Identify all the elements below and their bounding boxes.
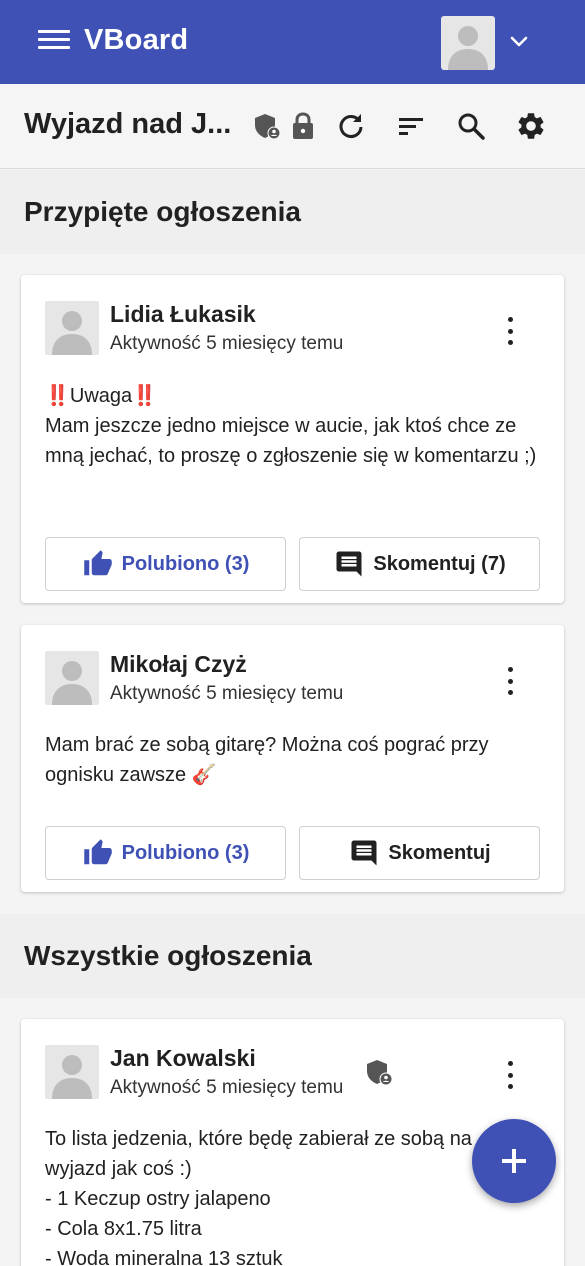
- sort-icon[interactable]: [395, 110, 427, 142]
- like-button[interactable]: Polubiono (3): [45, 826, 286, 880]
- avatar: [45, 1045, 99, 1099]
- post-activity: Aktywność 5 miesięcy temu: [110, 333, 344, 354]
- avatar: [45, 651, 99, 705]
- post-card: Mikołaj Czyż Aktywność 5 miesięcy temu M…: [21, 625, 564, 892]
- add-post-button[interactable]: [472, 1119, 556, 1203]
- app-title: VBoard: [84, 24, 189, 56]
- shield-user-icon: [364, 1057, 394, 1087]
- board-toolbar: Wyjazd nad J...: [0, 84, 585, 169]
- chevron-down-icon[interactable]: [507, 30, 531, 54]
- plus-icon: [502, 1149, 526, 1173]
- comment-label: Skomentuj (7): [373, 552, 506, 575]
- post-activity: Aktywność 5 miesięcy temu: [110, 683, 344, 704]
- settings-icon[interactable]: [515, 110, 547, 142]
- more-vert-icon[interactable]: [499, 1061, 521, 1089]
- like-label: Polubiono (3): [121, 841, 250, 864]
- thumb-up-icon: [83, 550, 112, 576]
- post-body: To lista jedzenia, które będę zabierał z…: [45, 1128, 472, 1266]
- avatar: [45, 301, 99, 355]
- post-author: Mikołaj Czyż: [110, 651, 247, 677]
- user-avatar-icon[interactable]: [441, 16, 495, 70]
- post-activity: Aktywność 5 miesięcy temu: [110, 1077, 344, 1098]
- comment-icon: [351, 840, 377, 866]
- double-exclamation-icon: ‼️: [132, 385, 158, 407]
- post-author: Lidia Łukasik: [110, 301, 256, 327]
- all-section-header: Wszystkie ogłoszenia: [0, 914, 585, 998]
- like-label: Polubiono (3): [121, 552, 250, 575]
- comment-icon: [336, 551, 362, 577]
- pinned-section-header: Przypięte ogłoszenia: [0, 170, 585, 254]
- all-section-title: Wszystkie ogłoszenia: [24, 940, 312, 971]
- refresh-icon[interactable]: [335, 110, 367, 142]
- comment-label: Skomentuj: [388, 841, 491, 864]
- search-icon[interactable]: [455, 110, 487, 142]
- shield-user-icon[interactable]: [251, 110, 283, 142]
- lock-icon[interactable]: [287, 110, 319, 142]
- app-bar: VBoard: [0, 0, 585, 84]
- board-title: Wyjazd nad J...: [24, 108, 232, 140]
- post-card: Lidia Łukasik Aktywność 5 miesięcy temu …: [21, 275, 564, 603]
- like-button[interactable]: Polubiono (3): [45, 537, 286, 591]
- double-exclamation-icon: ‼️: [45, 385, 70, 407]
- menu-icon[interactable]: [38, 30, 70, 54]
- thumb-up-icon: [83, 839, 112, 865]
- post-body: Mam brać ze sobą gitarę? Można coś pogra…: [45, 734, 489, 786]
- more-vert-icon[interactable]: [499, 317, 521, 345]
- comment-button[interactable]: Skomentuj (7): [299, 537, 540, 591]
- post-body: ‼️Uwaga‼️ Mam jeszcze jedno miejsce w auc…: [45, 385, 537, 467]
- post-author: Jan Kowalski: [110, 1045, 256, 1071]
- pinned-section-title: Przypięte ogłoszenia: [24, 196, 301, 227]
- comment-button[interactable]: Skomentuj: [299, 826, 540, 880]
- more-vert-icon[interactable]: [499, 667, 521, 695]
